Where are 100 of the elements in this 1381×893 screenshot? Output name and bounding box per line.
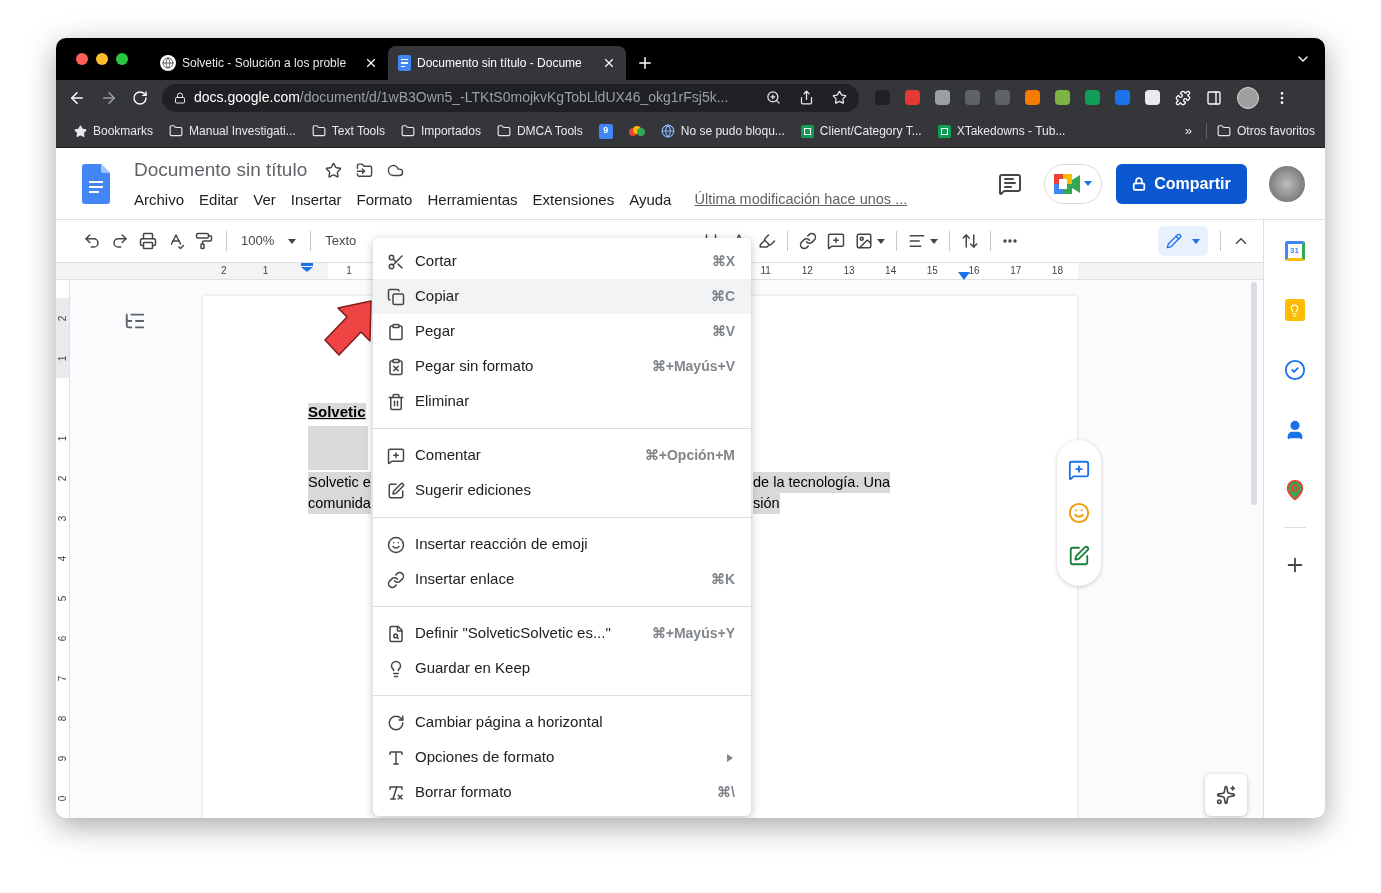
globe-icon (660, 124, 675, 138)
bookmark[interactable]: DMCA Tools (496, 122, 583, 140)
menu-item[interactable]: Ver (251, 188, 278, 211)
menu-item[interactable]: Formato (354, 188, 415, 211)
ruler-number: 9 (56, 755, 69, 761)
context-menu-item[interactable]: Borrar formato ⌘\ (373, 775, 751, 810)
align-left-icon (908, 232, 927, 250)
tasks-icon[interactable] (1283, 359, 1306, 381)
document-title[interactable]: Documento sin título (134, 156, 308, 185)
calendar-bookmark[interactable]: 9 (598, 123, 613, 139)
shortcut-text: ⌘V (711, 322, 735, 341)
ruler-number: 1 (56, 435, 69, 441)
context-menu-item[interactable]: Definir "SolveticSolvetic es..." ⌘+Mayús+Y (373, 616, 751, 651)
minimize-window-icon[interactable] (96, 53, 108, 65)
bookmark[interactable]: Importados (400, 122, 481, 140)
close-icon[interactable] (364, 56, 378, 70)
menu-item[interactable]: Editar (197, 188, 241, 211)
context-menu-item[interactable]: Sugerir ediciones (373, 473, 751, 508)
caret-icon (877, 238, 886, 244)
body-text: Solvetic e (308, 472, 371, 493)
side-panel-icon[interactable] (1206, 89, 1222, 106)
avatar-icon[interactable] (1237, 86, 1259, 109)
context-menu-item[interactable]: Pegar ⌘V (373, 314, 751, 349)
print-glyph-icon (139, 232, 157, 250)
context-menu-item[interactable]: Eliminar (373, 384, 751, 419)
editing-mode-button[interactable] (1158, 226, 1208, 256)
docs-logo (82, 163, 110, 204)
menu-item[interactable]: Archivo (132, 188, 187, 211)
zoom-icon[interactable] (766, 90, 781, 105)
line-spacing-glyph-icon (961, 232, 980, 250)
context-menu-item[interactable]: Comentar ⌘+Opción+M (373, 438, 751, 473)
suggest-edit-icon[interactable] (1068, 545, 1090, 567)
extension-icon[interactable] (935, 90, 950, 105)
comments-icon[interactable] (998, 171, 1022, 196)
ruler-number: 11 (760, 264, 771, 278)
bookmark[interactable]: Bookmarks (74, 122, 154, 140)
browser-tab[interactable]: Documento sin título - Docume (388, 46, 626, 80)
menu-item[interactable]: Insertar (288, 188, 344, 211)
context-menu-item[interactable]: Cambiar página a horizontal (373, 705, 751, 740)
menu-item-icon (387, 783, 405, 802)
bookmark[interactable]: XTakedowns - Tub... (937, 122, 1066, 140)
extension-icon[interactable] (1145, 90, 1160, 105)
bookmark[interactable]: Manual Investigati... (169, 122, 296, 140)
menu-item[interactable]: Ayuda (627, 188, 674, 211)
close-window-icon[interactable] (76, 53, 88, 65)
context-menu-item[interactable]: Insertar reacción de emoji (373, 527, 751, 562)
zoom-dropdown[interactable]: 100% (235, 227, 303, 255)
context-menu-item[interactable]: Cortar ⌘X (373, 244, 751, 279)
explore-button[interactable] (1205, 774, 1247, 816)
move-folder-icon[interactable] (356, 161, 374, 179)
avatar[interactable] (1269, 165, 1305, 202)
url-text: docs.google.com/document/d/1wB3Own5_-LTKtS0mojkvKgTobLldUX46_okg1rFsj5k... (194, 88, 730, 107)
bookmark[interactable]: Otros favoritos (1216, 122, 1315, 140)
sparkle-icon (1216, 785, 1236, 805)
indent-marker-icon[interactable] (301, 263, 314, 272)
link-glyph-icon (799, 232, 818, 250)
menu-item-icon (387, 392, 405, 411)
context-menu-item[interactable]: Opciones de formato (373, 740, 751, 775)
ruler-number: 4 (56, 555, 69, 561)
add-comment-icon[interactable] (1068, 459, 1090, 481)
scrollbar[interactable] (1251, 282, 1257, 505)
address-bar[interactable]: docs.google.com/document/d/1wB3Own5_-LTKtS0mojkvKgTobLldUX46_okg1rFsj5k... (162, 83, 859, 112)
shortcut-text: ⌘C (710, 287, 735, 306)
calendar-icon[interactable]: 31 (1284, 241, 1305, 261)
extension-icon[interactable] (1055, 90, 1070, 105)
bookmark[interactable]: Client/Category T... (800, 122, 922, 140)
new-tab-icon[interactable] (636, 54, 654, 72)
bookmark-star-icon[interactable] (832, 90, 847, 105)
share-button[interactable]: Compartir (1116, 163, 1247, 204)
tab-title: Solvetic - Solución a los proble (182, 55, 348, 72)
extension-icon[interactable] (1025, 90, 1040, 105)
menu-item-icon (387, 322, 405, 341)
shortcut-text: ⌘+Mayús+Y (651, 624, 735, 643)
folder-icon (1216, 124, 1231, 138)
context-menu-item[interactable]: Guardar en Keep (373, 651, 751, 686)
ruler-number: 5 (56, 595, 69, 601)
maximize-window-icon[interactable] (116, 53, 128, 65)
context-menu-item[interactable]: Pegar sin formato ⌘+Mayús+V (373, 349, 751, 384)
menu-item-icon (387, 252, 405, 271)
tab-title: Documento sin título - Docume (417, 55, 583, 72)
close-icon[interactable] (602, 56, 616, 70)
menu-item[interactable]: Extensiones (530, 188, 617, 211)
more-bookmarks[interactable]: » (1184, 121, 1192, 141)
star-icon[interactable] (325, 161, 343, 179)
menu-item-icon (387, 287, 405, 306)
context-menu-item[interactable]: Copiar ⌘C (373, 279, 751, 314)
reload-icon[interactable] (132, 89, 148, 106)
share-icon[interactable] (799, 90, 814, 105)
bookmark[interactable]: No se pudo bloqu... (660, 122, 785, 140)
shortcut-text: ⌘+Mayús+V (651, 357, 735, 376)
last-edit-link[interactable]: Última modificación hace unos ... (694, 188, 908, 211)
body-text: de la tecnología. Una (753, 472, 891, 493)
ruler-number: 0 (56, 795, 69, 801)
menu-item[interactable]: Herramientas (425, 188, 520, 211)
context-menu-item[interactable]: Insertar enlace ⌘K (373, 562, 751, 597)
extension-icon[interactable] (1085, 90, 1100, 105)
extensions-icon[interactable] (1175, 89, 1191, 106)
browser-tab[interactable]: Solvetic - Solución a los proble (150, 46, 388, 80)
bookmark[interactable]: Text Tools (311, 122, 385, 140)
ruler-number: 2 (56, 315, 69, 321)
